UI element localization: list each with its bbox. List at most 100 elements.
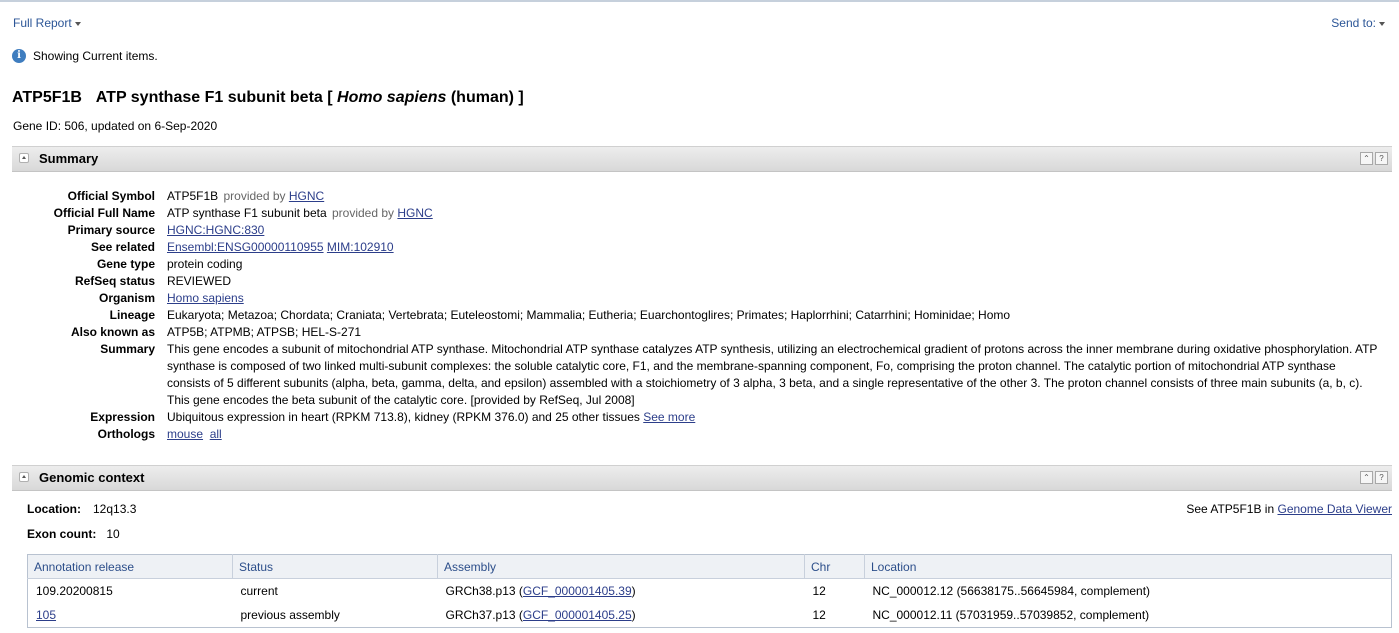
collapse-icon[interactable] [19,153,29,163]
summary-row: Official Symbol ATP5F1B provided by HGNC [12,188,1379,205]
exon-count-value: 10 [106,527,120,541]
all-orthologs-link[interactable]: all [210,427,222,441]
see-more-link[interactable]: See more [643,410,695,424]
location-value: 12q13.3 [93,502,137,516]
refseq-status-label: RefSeq status [74,274,155,288]
expression-label: Expression [90,410,155,424]
gene-id-line: Gene ID: 506, updated on 6-Sep-2020 [13,119,218,133]
chevron-down-icon [74,21,81,26]
collapse-icon[interactable] [19,472,29,482]
summary-row: Gene type protein coding [12,256,1379,273]
summary-value: This gene encodes a subunit of mitochond… [167,342,1378,407]
lineage-label: Lineage [109,308,155,322]
summary-row: Lineage Eukaryota; Metazoa; Chordata; Cr… [12,307,1379,324]
also-known-as-label: Also known as [70,325,155,339]
summary-section-header[interactable]: Summary ⌃ ? [12,146,1392,172]
column-header-annotation-release: Annotation release [27,554,233,579]
status-cell: previous assembly [240,608,340,622]
ensembl-link[interactable]: Ensembl:ENSG00000110955 [167,240,324,254]
hgnc-link[interactable]: HGNC [289,189,324,203]
summary-table: Official Symbol ATP5F1B provided by HGNC… [12,188,1379,443]
summary-row: RefSeq status REVIEWED [12,273,1379,290]
genome-data-viewer-link[interactable]: Genome Data Viewer [1277,502,1392,516]
help-icon[interactable]: ? [1375,152,1388,165]
assembly-accession-link[interactable]: GCF_000001405.39 [523,584,632,598]
gene-organism: Homo sapiens [337,89,447,106]
lineage-value: Eukaryota; Metazoa; Chordata; Craniata; … [167,308,1011,322]
summary-row: Also known as ATP5B; ATPMB; ATPSB; HEL-S… [12,324,1379,341]
table-row: 109.20200815 current GRCh38.p13 (GCF_000… [28,579,1392,604]
official-full-name-value: ATP synthase F1 subunit beta [167,206,327,220]
info-icon: i [12,49,26,63]
help-icon[interactable]: ? [1375,471,1388,484]
assembly-name: GRCh38.p13 ( [445,584,523,598]
location-label: Location: [27,502,81,516]
official-full-name-label: Official Full Name [53,206,155,220]
gene-type-label: Gene type [96,257,155,271]
chr-cell: 12 [812,608,826,622]
notice-text: Showing Current items. [33,49,158,63]
annotation-release-cell: 109.20200815 [36,584,113,598]
hgnc-link[interactable]: HGNC [397,206,432,220]
summary-row: Organism Homo sapiens [12,290,1379,307]
summary-row: Orthologs mouse all [12,426,1379,443]
summary-row: Primary source HGNC:HGNC:830 [12,222,1379,239]
summary-row: Expression Ubiquitous expression in hear… [12,409,1379,426]
table-row: 105 previous assembly GRCh37.p13 (GCF_00… [28,603,1392,628]
column-header-status: Status [232,554,438,579]
also-known-as-value: ATP5B; ATPMB; ATPSB; HEL-S-271 [167,325,362,339]
column-header-location: Location [864,554,1392,579]
gene-symbol: ATP5F1B [12,89,82,106]
gene-name-prefix: ATP synthase F1 subunit beta [ [95,89,333,106]
official-symbol-value: ATP5F1B [167,189,219,203]
see-gene-text: See ATP5F1B in [1186,502,1275,516]
provided-by-text: provided by [223,189,286,203]
genomic-context-section-header[interactable]: Genomic context ⌃ ? [12,465,1392,491]
column-header-assembly: Assembly [437,554,805,579]
genome-viewer-line: See ATP5F1B in Genome Data Viewer [1186,502,1392,516]
genomic-context-table: Annotation release Status Assembly Chr L… [27,554,1392,628]
move-up-icon[interactable]: ⌃ [1360,471,1373,484]
summary-section-title: Summary [39,151,99,166]
top-bar: Full Report Send to: [13,16,1385,34]
organism-label: Organism [98,291,155,305]
primary-source-label: Primary source [67,223,155,237]
see-related-label: See related [90,240,155,254]
summary-row: See related Ensembl:ENSG00000110955 MIM:… [12,239,1379,256]
expression-value: Ubiquitous expression in heart (RPKM 713… [167,410,640,424]
assembly-close-paren: ) [631,584,636,598]
full-report-menu[interactable]: Full Report [13,16,81,30]
gene-name-suffix: (human) ] [450,89,524,106]
assembly-name: GRCh37.p13 ( [445,608,523,622]
exon-count-label: Exon count: [27,527,97,541]
annotation-release-link[interactable]: 105 [36,608,56,622]
page-title: ATP5F1B ATP synthase F1 subunit beta [ H… [12,89,524,107]
assembly-close-paren: ) [631,608,636,622]
annotation-release-cell: 105 [28,603,233,628]
mouse-ortholog-link[interactable]: mouse [167,427,203,441]
mim-link[interactable]: MIM:102910 [327,240,394,254]
summary-row: Official Full Name ATP synthase F1 subun… [12,205,1379,222]
location-cell: NC_000012.11 (57031959..57039852, comple… [872,608,1150,622]
exon-count-line: Exon count: 10 [27,527,120,541]
official-symbol-label: Official Symbol [67,189,155,203]
provided-by-text: provided by [332,206,395,220]
location-cell: NC_000012.12 (56638175..56645984, comple… [872,584,1151,598]
location-line: Location: 12q13.3 [27,502,136,516]
chr-cell: 12 [812,584,826,598]
assembly-cell: GRCh38.p13 (GCF_000001405.39) [438,579,805,604]
summary-row: Summary This gene encodes a subunit of m… [12,341,1379,409]
summary-label: Summary [100,342,155,356]
assembly-accession-link[interactable]: GCF_000001405.25 [523,608,632,622]
primary-source-link[interactable]: HGNC:HGNC:830 [167,223,264,237]
table-header-row: Annotation release Status Assembly Chr L… [27,554,1392,579]
full-report-label: Full Report [13,16,72,30]
send-to-menu[interactable]: Send to: [1331,16,1385,30]
send-to-label: Send to: [1331,16,1376,30]
orthologs-label: Orthologs [97,427,155,441]
move-up-icon[interactable]: ⌃ [1360,152,1373,165]
organism-link[interactable]: Homo sapiens [167,291,244,305]
gene-type-value: protein coding [167,257,243,271]
status-notice: i Showing Current items. [12,49,158,63]
refseq-status-value: REVIEWED [167,274,232,288]
